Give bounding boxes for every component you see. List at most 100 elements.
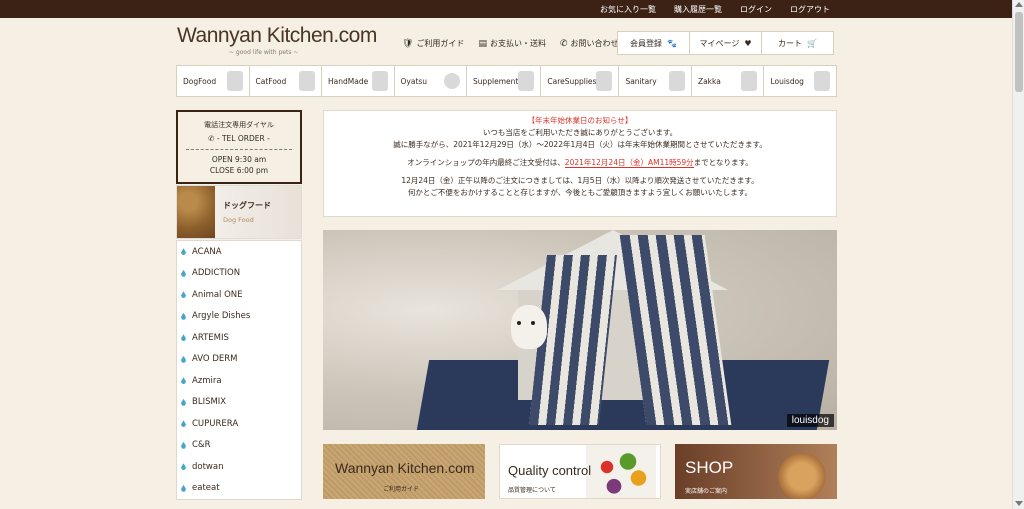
category-louisdog[interactable]: Louisdog [764,66,836,96]
quality-banner[interactable]: Quality control 品質管理について [499,444,661,499]
droplet-icon [181,269,186,277]
tel-title: 電話注文専用ダイヤル [204,121,274,129]
deadline-highlight: 2021年12月24日（金）AM11時59分 [564,158,694,168]
vegetables-image [586,445,656,498]
category-label: HandMade [328,76,369,86]
hero-dog [511,305,547,349]
brand-item[interactable]: dotwan [177,456,301,478]
top-bar: お気に入り一覧 購入履歴一覧 ログイン ログアウト [0,0,1012,18]
contact-link[interactable]: ✆ お問い合わせ [560,38,619,49]
notice-line: オンラインショップの年内最終ご注文受付は、2021年12月24日（金）AM11時… [407,158,753,168]
shop-banner[interactable]: SHOP 実店舗のご案内 [675,444,837,499]
brand-list: ACANA ADDICTION Animal ONE Argyle Dishes… [176,240,302,500]
tel-order-label: ✆ - TEL ORDER - [208,134,270,143]
notice-line: 誠に勝手ながら、2021年12月29日（水）～2022年1月4日（火）は年末年始… [393,140,767,149]
paw-icon: 🐾 [667,38,677,48]
notice-line: 12月24日（金）正午以降のご注文につきましては、1月5日（水）以降より順次発送… [401,176,759,185]
tel-order-box: 電話注文専用ダイヤル ✆ - TEL ORDER - OPEN 9:30 am … [176,110,302,184]
brand-item[interactable]: Azmira [177,370,301,392]
register-button[interactable]: 会員登録 🐾 [617,31,690,55]
brand-item[interactable]: C&R [177,435,301,457]
utensils-icon [226,71,243,91]
treat-icon [444,73,460,89]
category-label: DogFood [183,76,217,86]
payment-shipping-link[interactable]: ▤ お支払い・送料 [478,38,546,49]
register-label: 会員登録 [630,38,663,48]
category-label: Louisdog [770,76,804,86]
brand-item[interactable]: AVO DERM [177,349,301,371]
open-hours: OPEN 9:30 am [211,155,267,164]
usage-guide-link[interactable]: 🛡 ご利用ガイド [402,38,464,49]
quality-banner-title: Quality control [508,463,592,478]
category-nav: DogFood CatFood HandMade Oyatsu Suppleme… [176,65,837,97]
mypage-button[interactable]: マイページ ♥ [689,31,762,55]
hero-caption: louisdog [786,414,834,427]
cart-button[interactable]: カート 🛒 [761,31,834,55]
cart-label: カート [778,38,803,48]
puppy-image [777,454,827,499]
purchase-history-link[interactable]: 購入履歴一覧 [674,4,722,15]
droplet-icon [181,463,186,471]
guide-banner-title: Wannyan Kitchen.com [335,460,475,476]
category-supplement[interactable]: Supplement [467,66,542,96]
document-icon: ▤ [478,38,487,49]
scroll-down-arrow[interactable] [1015,501,1023,506]
info-banners: Wannyan Kitchen.com ご利用ガイド Quality contr… [323,444,837,499]
category-sanitary[interactable]: Sanitary [619,66,692,96]
mypage-label: マイページ [699,38,740,48]
droplet-icon [181,291,186,299]
site-logo[interactable]: Wannyan Kitchen.com ~ good life with pet… [177,24,377,56]
category-oyatsu[interactable]: Oyatsu [395,66,467,96]
usage-guide-label: ご利用ガイド [416,39,465,48]
close-hours: CLOSE 6:00 pm [209,166,269,175]
holiday-notice: 【年末年始休業日のお知らせ】 いつも当店をご利用いただき誠にありがとうございます… [323,110,837,217]
shop-banner-subtitle: 実店舗のご案内 [685,488,728,495]
dress-icon [813,71,830,91]
notice-line: いつも当店をご利用いただき誠にありがとうございます。 [482,128,678,137]
brand-item[interactable]: Argyle Dishes [177,306,301,328]
category-dogfood[interactable]: DogFood [177,66,250,96]
category-label: Zakka [697,76,721,86]
hero-banner[interactable]: louisdog [323,230,837,430]
top-links: お気に入り一覧 購入履歴一覧 ログイン ログアウト [600,0,830,18]
brand-item[interactable]: ARTEMIS [177,327,301,349]
notice-title: 【年末年始休業日のお知らせ】 [527,116,633,125]
droplet-icon [181,377,186,385]
quality-banner-subtitle: 品質管理について [508,487,556,494]
category-label: Supplement [473,76,519,86]
scroll-up-arrow[interactable] [1015,2,1023,7]
category-label: CareSupplies [547,76,597,86]
category-catfood[interactable]: CatFood [250,66,322,96]
login-link[interactable]: ログイン [740,4,772,15]
dogfood-title-en: Dog Food [223,216,254,224]
droplet-icon [181,312,186,320]
category-label: CatFood [255,76,287,86]
dogfood-banner[interactable]: ドッグフード Dog Food [176,185,302,239]
category-handmade[interactable]: HandMade [322,66,395,96]
shop-banner-title: SHOP [685,458,734,477]
brand-item[interactable]: eateat [177,478,301,500]
brand-item[interactable]: ADDICTION [177,263,301,285]
category-caresupplies[interactable]: CareSupplies [541,66,620,96]
droplet-icon [181,248,186,256]
brand-item[interactable]: ACANA [177,241,301,263]
logout-link[interactable]: ログアウト [790,4,830,15]
category-zakka[interactable]: Zakka [692,66,765,96]
phone-icon: ✆ [208,134,217,143]
spray-icon [596,71,613,91]
droplet-icon [181,420,186,428]
dogfood-image [177,186,215,238]
cart-icon: 🛒 [807,38,817,48]
heart-icon: ♥ [744,38,752,48]
favorites-link[interactable]: お気に入り一覧 [600,4,656,15]
payment-shipping-label: お支払い・送料 [489,39,546,48]
page-scrollbar[interactable] [1012,0,1024,509]
scroll-thumb[interactable] [1015,12,1023,92]
logo-tagline: ~ good life with pets ~ [229,49,299,56]
brand-item[interactable]: BLISMIX [177,392,301,414]
contact-label: お問い合わせ [570,39,619,48]
guide-banner[interactable]: Wannyan Kitchen.com ご利用ガイド [323,444,485,499]
shield-icon: 🛡 [402,38,414,49]
brand-item[interactable]: CUPURERA [177,413,301,435]
brand-item[interactable]: Animal ONE [177,284,301,306]
